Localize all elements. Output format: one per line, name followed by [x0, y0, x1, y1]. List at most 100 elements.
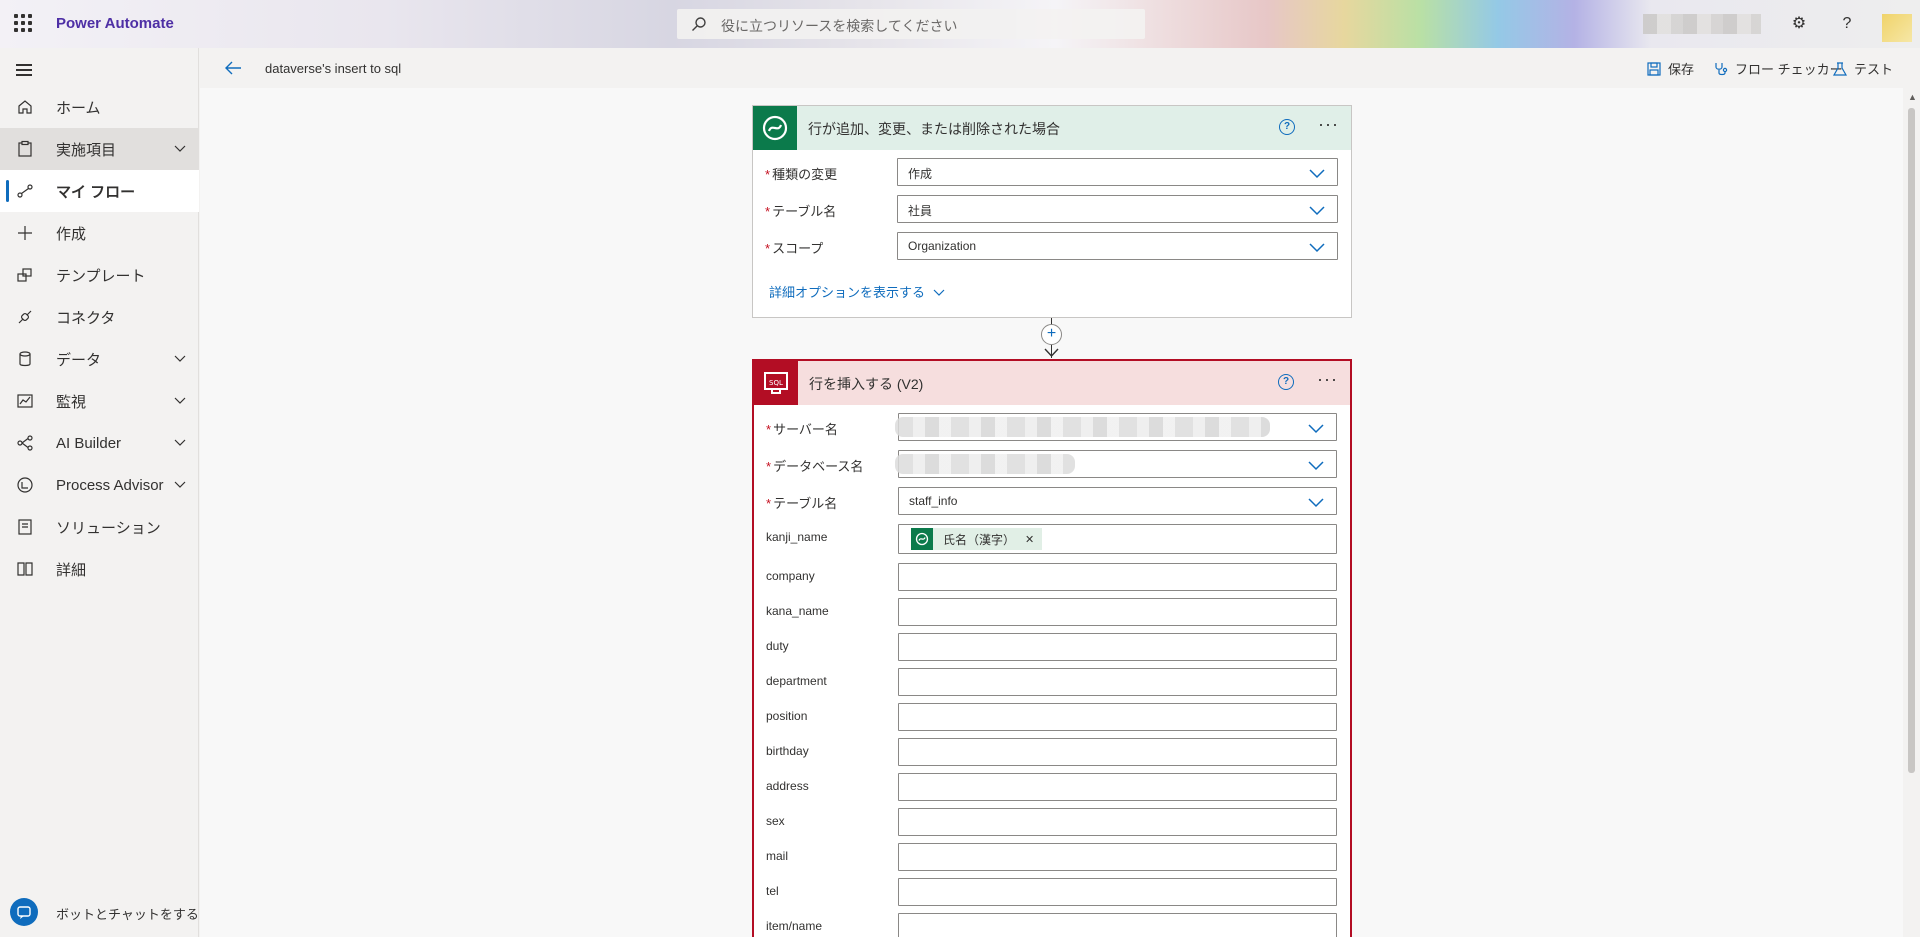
canvas-scrollbar[interactable]: ▲: [1903, 88, 1920, 937]
clipboard-icon: [18, 140, 32, 157]
nav-item-monitor[interactable]: 監視: [0, 380, 199, 422]
solution-icon: [18, 519, 32, 535]
help-icon[interactable]: ?: [1279, 119, 1295, 135]
table-name-dropdown[interactable]: 社員: [897, 195, 1338, 223]
redacted-value: [895, 454, 1075, 474]
brand-title[interactable]: Power Automate: [56, 15, 174, 32]
trigger-card-header[interactable]: 行が追加、変更、または削除された場合 ? ···: [753, 106, 1351, 150]
template-icon: [17, 268, 32, 282]
database-name-dropdown[interactable]: [895, 450, 1337, 478]
chevron-down-icon: [1309, 206, 1325, 216]
column-input[interactable]: [898, 773, 1337, 801]
scope-dropdown[interactable]: Organization: [897, 232, 1338, 260]
field-label: * テーブル名: [766, 496, 838, 511]
nav-item-solutions[interactable]: ソリューション: [0, 506, 199, 548]
nav-item-label: 実施項目: [56, 141, 117, 159]
nav-item-process-advisor[interactable]: Process Advisor: [0, 464, 199, 506]
column-input[interactable]: [898, 703, 1337, 731]
back-arrow-icon[interactable]: [224, 60, 242, 76]
nav-item-label: マイ フロー: [56, 183, 136, 201]
trigger-field-change-type: * 種類の変更 作成: [753, 158, 1351, 188]
action-field-kanji-name: kanji_name 氏名（漢字） ✕: [754, 524, 1350, 554]
table-name-dropdown[interactable]: staff_info: [898, 487, 1337, 515]
kanji-name-input[interactable]: 氏名（漢字） ✕: [898, 524, 1337, 554]
save-icon: [1647, 61, 1661, 76]
show-advanced-options-link[interactable]: 詳細オプションを表示する: [769, 282, 945, 301]
nav-item-label: 作成: [56, 225, 87, 243]
chevron-down-icon: [1308, 461, 1324, 471]
chevron-down-icon: [1309, 243, 1325, 253]
column-input[interactable]: [898, 878, 1337, 906]
column-input[interactable]: [898, 808, 1337, 836]
nav-item-label: 詳細: [56, 561, 87, 579]
nav-item-connectors[interactable]: コネクタ: [0, 296, 199, 338]
stethoscope-icon: [1715, 62, 1728, 75]
advanced-options-label: 詳細オプションを表示する: [769, 285, 926, 300]
column-label: duty: [766, 639, 789, 653]
chevron-down-icon: [174, 355, 186, 362]
column-input[interactable]: [898, 738, 1337, 766]
app-launcher-icon[interactable]: [14, 14, 32, 32]
flow-checker-button[interactable]: フロー チェッカー: [1713, 59, 1843, 78]
column-input[interactable]: [898, 633, 1337, 661]
home-icon: [18, 100, 32, 114]
nav-item-my-flows[interactable]: マイ フロー: [0, 170, 199, 212]
chatbot-button[interactable]: ボットとチャットをする: [0, 886, 199, 934]
change-type-dropdown[interactable]: 作成: [897, 158, 1338, 186]
column-input[interactable]: [898, 563, 1337, 591]
chevron-down-icon: [1308, 424, 1324, 434]
more-options-icon[interactable]: ···: [1318, 114, 1339, 135]
hamburger-menu-icon[interactable]: [16, 64, 32, 76]
search-box[interactable]: 役に立つリソースを検索してください: [677, 9, 1145, 39]
field-label: kanji_name: [766, 530, 828, 544]
avatar[interactable]: [1882, 14, 1912, 42]
ai-builder-icon: [17, 435, 33, 451]
scroll-up-icon[interactable]: ▲: [1908, 92, 1917, 102]
nav-item-ai-builder[interactable]: AI Builder: [0, 422, 199, 464]
help-icon[interactable]: ?: [1278, 374, 1294, 390]
help-icon[interactable]: ?: [1836, 13, 1858, 35]
nav-item-home[interactable]: ホーム: [0, 86, 199, 128]
environment-info[interactable]: [1643, 14, 1761, 34]
column-input[interactable]: [898, 843, 1337, 871]
flow-icon: [17, 184, 33, 198]
column-input[interactable]: [898, 598, 1337, 626]
column-input[interactable]: [898, 668, 1337, 696]
save-button[interactable]: 保存: [1646, 59, 1694, 78]
dropdown-value: staff_info: [909, 494, 958, 508]
chevron-down-icon: [1308, 498, 1324, 508]
gear-icon[interactable]: ⚙: [1788, 13, 1810, 35]
dynamic-content-token[interactable]: 氏名（漢字） ✕: [911, 528, 1043, 550]
server-name-dropdown[interactable]: [895, 413, 1337, 441]
nav-item-create[interactable]: 作成: [0, 212, 199, 254]
action-title: 行を挿入する (V2): [809, 376, 924, 392]
nav-item-templates[interactable]: テンプレート: [0, 254, 199, 296]
dataverse-icon: [911, 528, 933, 550]
chevron-down-icon: [174, 481, 186, 488]
flow-checker-label: フロー チェッカー: [1735, 62, 1843, 77]
nav-item-action-items[interactable]: 実施項目: [0, 128, 199, 170]
arrow-down-icon: [1044, 348, 1059, 358]
monitor-icon: [17, 394, 33, 408]
trigger-field-scope: * スコープ Organization: [753, 232, 1351, 262]
field-label: * データベース名: [766, 459, 864, 474]
column-row: sex: [754, 808, 1350, 838]
trigger-field-table-name: * テーブル名 社員: [753, 195, 1351, 225]
more-options-icon[interactable]: ···: [1317, 369, 1338, 390]
column-input[interactable]: [898, 913, 1337, 937]
process-advisor-icon: [17, 477, 33, 493]
test-button[interactable]: テスト: [1832, 59, 1893, 78]
top-bar: Power Automate 役に立つリソースを検索してください ⚙ ?: [0, 0, 1920, 48]
chevron-down-icon: [174, 397, 186, 404]
insert-step-button[interactable]: +: [1041, 324, 1062, 345]
test-label: テスト: [1854, 62, 1894, 77]
chevron-down-icon: [933, 289, 945, 296]
column-label: kana_name: [766, 604, 829, 618]
close-icon[interactable]: ✕: [1025, 533, 1034, 546]
column-label: address: [766, 779, 809, 793]
nav-item-learn[interactable]: 詳細: [0, 548, 199, 590]
flask-icon: [1832, 61, 1848, 76]
action-card-header[interactable]: SQL 行を挿入する (V2) ? ···: [754, 361, 1350, 405]
nav-item-data[interactable]: データ: [0, 338, 199, 380]
scrollbar-thumb[interactable]: [1908, 108, 1915, 773]
